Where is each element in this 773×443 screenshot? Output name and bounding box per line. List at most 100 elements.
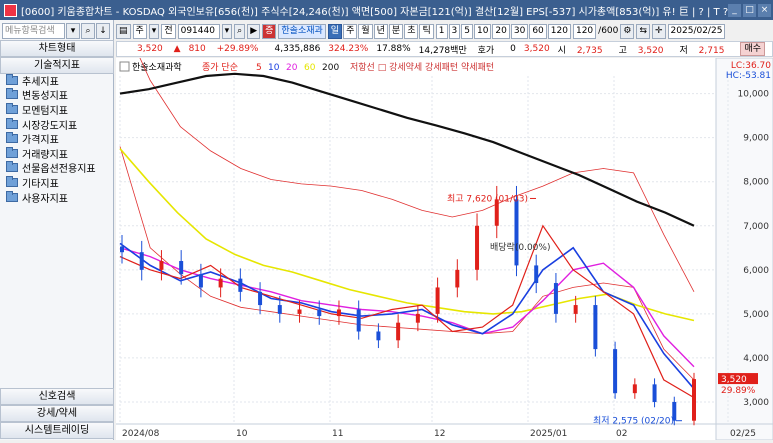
close-icon[interactable]: × xyxy=(758,3,771,17)
tree-item-label: 모멘텀지표 xyxy=(22,105,68,117)
candle-body xyxy=(376,331,381,341)
chart-svg[interactable]: 3,000 4,000 5,000 6,000 7,000 8,000 9,000 10,00… xyxy=(116,14,773,441)
legend-box xyxy=(119,61,130,72)
strength-weakness-button[interactable]: 강세/약세 xyxy=(0,405,114,422)
candle-body xyxy=(593,305,598,350)
chart-type-icon[interactable]: ▤ xyxy=(116,23,131,39)
tree-item[interactable]: 기타지표 xyxy=(6,175,96,190)
code-dropdown-icon[interactable]: ▾ xyxy=(221,23,233,39)
tree-item-label: 변동성지표 xyxy=(22,91,68,103)
indicators-header[interactable]: 기술적지표 xyxy=(0,57,114,74)
date-input[interactable]: 2025/02/25 xyxy=(667,23,726,39)
candle-body xyxy=(553,283,558,314)
tree-item[interactable]: 선물옵션전용지표 xyxy=(6,161,96,176)
mode-select[interactable]: 주 xyxy=(132,23,147,39)
play-icon[interactable]: ▶ xyxy=(247,23,261,39)
mode-dropdown-icon[interactable]: ▾ xyxy=(148,23,160,39)
buy-button[interactable]: 매수 xyxy=(740,42,765,56)
y-tick-label: 5,000 xyxy=(743,310,769,320)
dropdown-icon[interactable]: ▾ xyxy=(66,23,80,39)
candle-body xyxy=(475,225,480,270)
low-annotation: 최저 2,575 (02/20) xyxy=(593,416,674,427)
high-annotation: 최고 7,620 (01/03) xyxy=(447,193,528,204)
last-price-label: 3,520 xyxy=(721,375,747,385)
x-tick-label: 2025/01 xyxy=(530,429,567,439)
count-input[interactable]: 120 xyxy=(572,23,597,39)
tree-item-label: 시장강도지표 xyxy=(22,120,78,132)
legend-stock-name: 한솔소재과학 xyxy=(132,62,182,73)
interval-tab[interactable]: 120 xyxy=(547,23,571,39)
tree-item[interactable]: 모멘텀지표 xyxy=(6,102,96,117)
window-title: [0600] 키움종합차트 - KOSDAQ 외국인보유[656(천)] 주식수… xyxy=(21,6,728,18)
search-icon[interactable]: ⌕ xyxy=(234,23,246,39)
minimize-icon[interactable]: _ xyxy=(728,3,741,17)
tree-item[interactable]: 변동성지표 xyxy=(6,88,96,103)
period-tab[interactable]: 주 xyxy=(343,23,358,39)
system-trading-button[interactable]: 시스템트레이딩 xyxy=(0,422,114,439)
chart-toolbar: ▤ 주 ▾ 전 091440 ▾ ⌕ ▶ 증 한솔소재과 일주월년분초틱 135… xyxy=(116,22,773,40)
x-tick-label: 10 xyxy=(236,429,248,439)
y-tick-label: 7,000 xyxy=(743,222,769,232)
menu-search-input[interactable]: 메뉴항목검색 xyxy=(2,23,65,39)
tree-item-label: 추세지표 xyxy=(22,76,59,88)
interval-tab[interactable]: 60 xyxy=(529,23,547,39)
y-tick-label: 4,000 xyxy=(743,354,769,364)
x-tick-label: 2024/08 xyxy=(122,429,160,439)
price-chart[interactable]: 3,000 4,000 5,000 6,000 7,000 8,000 9,000 10,00… xyxy=(116,14,773,441)
amount: 14,278백만 호가 xyxy=(418,45,495,56)
indicator-tree: 추세지표변동성지표모멘텀지표시장강도지표 가격지표 거래량지표선물옵션전용지표 기타지… xyxy=(6,73,96,205)
legend-ma-period: 60 xyxy=(304,63,316,73)
candle-body xyxy=(277,305,282,314)
hc-value: HC:-53.81 xyxy=(726,71,771,81)
y-tick-label: 6,000 xyxy=(743,266,769,276)
open: 시 2,735 xyxy=(557,45,603,56)
tree-item[interactable]: 거래량지표 xyxy=(6,146,96,161)
folder-icon xyxy=(6,102,18,114)
signal-search-button[interactable]: 신호검색 xyxy=(0,388,114,405)
folder-icon xyxy=(6,190,18,202)
price-change: 810 +29.89% xyxy=(188,44,259,54)
tree-item[interactable]: 추세지표 xyxy=(6,73,96,88)
folder-icon xyxy=(6,88,18,100)
period-tab[interactable]: 분 xyxy=(388,23,404,39)
settings-icon[interactable]: ⚙ xyxy=(620,23,635,39)
download-icon[interactable]: ↓ xyxy=(96,23,110,39)
chart-background xyxy=(116,58,773,440)
maximize-icon[interactable]: □ xyxy=(743,3,756,17)
candle-body xyxy=(396,322,401,341)
interval-tab[interactable]: 5 xyxy=(461,23,473,39)
interval-tab[interactable]: 20 xyxy=(492,23,510,39)
hoga: 0 xyxy=(510,44,516,54)
candle-body xyxy=(336,309,341,317)
interval-tab[interactable]: 30 xyxy=(510,23,529,39)
period-tab[interactable]: 년 xyxy=(373,23,388,39)
tree-item[interactable]: 사용자지표 xyxy=(6,190,96,205)
interval-tab[interactable]: 10 xyxy=(473,23,492,39)
compare-icon[interactable]: ⇆ xyxy=(636,23,650,39)
legend-ma-label: 종가 단순 xyxy=(202,62,238,73)
tree-item-label: 선물옵션전용지표 xyxy=(22,164,96,176)
candle-body xyxy=(139,252,144,270)
lc-value: LC:36.70 xyxy=(731,61,771,71)
stock-code-input[interactable]: 091440 xyxy=(177,23,220,39)
interval-tab[interactable]: 3 xyxy=(448,23,461,39)
period-tab[interactable]: 일 xyxy=(327,23,343,39)
window-titlebar: [0600] 키움종합차트 - KOSDAQ 외국인보유[656(천)] 주식수… xyxy=(0,0,773,20)
window-controls: _ □ × xyxy=(728,3,771,17)
candle-body xyxy=(317,309,322,317)
stock-name[interactable]: 한솔소재과 xyxy=(278,23,326,39)
count-total: /600 xyxy=(598,26,619,36)
tree-item[interactable]: 시장강도지표 xyxy=(6,117,96,132)
chart-type-header[interactable]: 차트형태 xyxy=(0,40,114,57)
candle-body xyxy=(179,261,184,275)
period-tab[interactable]: 초 xyxy=(404,23,419,39)
crosshair-icon[interactable]: ✛ xyxy=(652,23,666,39)
search-icon[interactable]: ⌕ xyxy=(81,23,95,39)
hoga-price: 3,520 xyxy=(523,44,550,54)
code-type[interactable]: 전 xyxy=(161,23,176,39)
period-tab[interactable]: 월 xyxy=(358,23,373,39)
interval-tabs: 1 3 5 10 20 30 60 120 xyxy=(435,23,571,39)
period-tab[interactable]: 틱 xyxy=(419,23,434,39)
interval-tab[interactable]: 1 xyxy=(435,23,448,39)
tree-item[interactable]: 가격지표 xyxy=(6,131,96,146)
